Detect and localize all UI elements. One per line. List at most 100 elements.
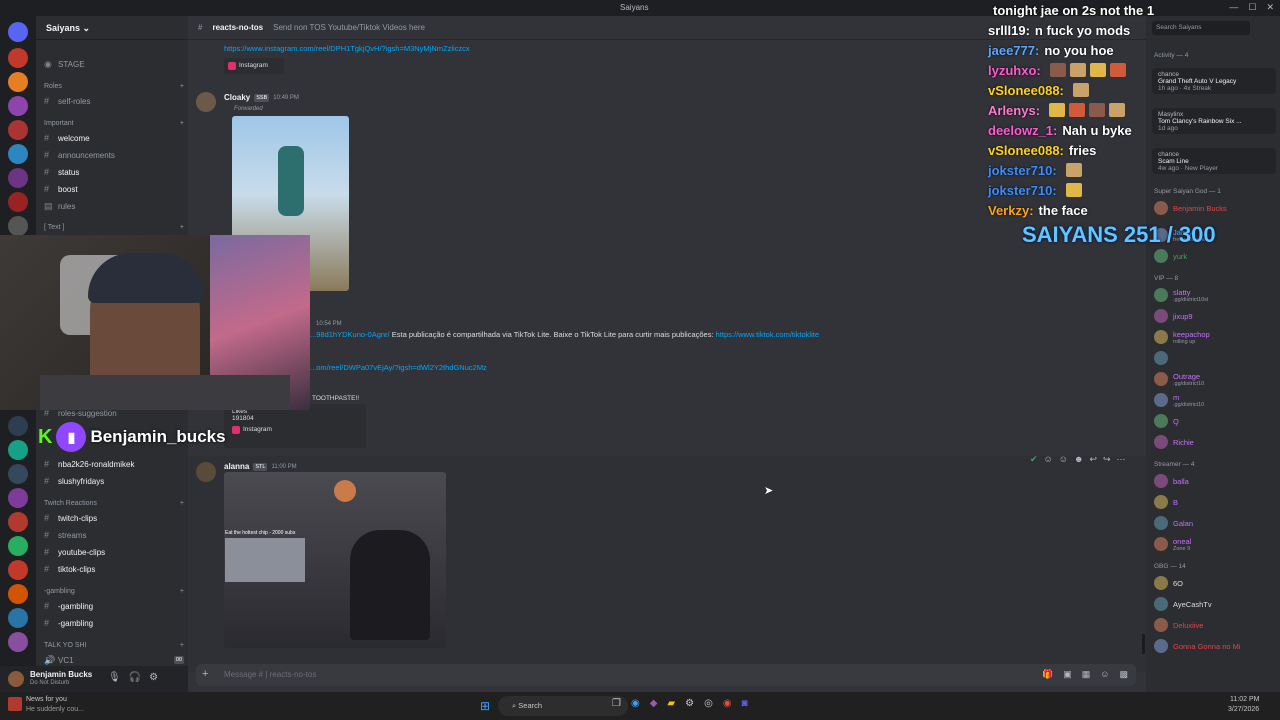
channel-announcements[interactable]: # announcements xyxy=(44,148,184,162)
news-title[interactable]: News for you xyxy=(26,696,67,703)
activity-card[interactable]: chance Grand Theft Auto V Legacy 1h ago · … xyxy=(1152,68,1276,94)
channel-slushyfridays[interactable]: # slushyfridays xyxy=(44,474,184,488)
react-check-icon[interactable]: ✔ xyxy=(1030,454,1038,465)
message-author[interactable]: alanna xyxy=(224,462,249,471)
channel-youtube-clips[interactable]: # youtube-clips xyxy=(44,545,184,559)
stage-channel[interactable]: ◉ STAGE xyxy=(44,57,184,71)
member-row[interactable]: jixup9 xyxy=(1154,308,1278,324)
server-icon[interactable] xyxy=(8,512,28,532)
search-input[interactable]: Search Saiyans xyxy=(1152,21,1250,35)
member-row[interactable]: Gonna Gonna no Mi xyxy=(1154,638,1278,654)
server-icon[interactable] xyxy=(8,608,28,628)
category-important[interactable]: Important + xyxy=(44,120,184,127)
server-icon[interactable] xyxy=(8,584,28,604)
channel-gambling[interactable]: # -gambling xyxy=(44,616,184,630)
server-icon[interactable] xyxy=(8,464,28,484)
category-roles[interactable]: Roles + xyxy=(44,83,184,90)
category-twitch-reactions[interactable]: Twitch Reactions + xyxy=(44,500,184,507)
avatar[interactable] xyxy=(8,671,24,687)
server-icon[interactable] xyxy=(8,168,28,188)
server-icon[interactable] xyxy=(8,96,28,116)
add-channel-icon[interactable]: + xyxy=(180,224,184,231)
add-reaction-icon[interactable]: ☻ xyxy=(1074,454,1083,465)
member-row[interactable]: Richie xyxy=(1154,434,1278,450)
member-row[interactable]: balla xyxy=(1154,473,1278,489)
scrollbar[interactable] xyxy=(1142,634,1145,654)
add-channel-icon[interactable]: + xyxy=(180,642,184,649)
avatar[interactable] xyxy=(196,462,216,482)
headphones-icon[interactable]: 🎧 xyxy=(129,672,141,683)
channel-self-roles[interactable]: # self-roles xyxy=(44,94,184,108)
react-emoji-icon[interactable]: ☺ xyxy=(1044,454,1053,465)
steam-icon[interactable]: ◎ xyxy=(704,698,713,709)
category-text[interactable]: [ Text ] + xyxy=(44,224,184,231)
add-channel-icon[interactable]: + xyxy=(180,83,184,90)
apps-icon[interactable]: ▩ xyxy=(1119,669,1128,680)
channel-rules[interactable]: ▤ rules xyxy=(44,199,184,213)
server-icon[interactable] xyxy=(8,48,28,68)
file-explorer-icon[interactable]: ▰ xyxy=(667,698,675,709)
message-composer[interactable]: + Message # | reacts-no-tos 🎁 ▣ ▦ ☺ ▩ xyxy=(196,664,1136,686)
news-widget-icon[interactable] xyxy=(8,697,22,711)
activity-card[interactable]: chance Scam Line 4w ago · New Player xyxy=(1152,148,1276,174)
react-emoji-icon[interactable]: ☺ xyxy=(1059,454,1068,465)
member-row[interactable]: keepachop rolling up xyxy=(1154,329,1278,345)
message-link[interactable]: https://www.tiktok.com/tiktoklite xyxy=(716,330,819,339)
message-link[interactable]: ...98d1hYDKuno-0Agnr/ xyxy=(310,330,390,339)
minimize-icon[interactable]: — xyxy=(1229,2,1238,13)
dm-home-icon[interactable] xyxy=(8,22,28,42)
sticker-icon[interactable]: ▦ xyxy=(1082,669,1091,680)
avatar[interactable] xyxy=(196,92,216,112)
message-author[interactable]: Cloaky xyxy=(224,93,250,102)
server-icon[interactable] xyxy=(8,440,28,460)
member-row[interactable]: Deluxiive xyxy=(1154,617,1278,633)
microphone-icon[interactable]: 🎙 xyxy=(108,672,121,683)
channel-status[interactable]: # status xyxy=(44,165,184,179)
settings-icon[interactable]: ⚙ xyxy=(685,698,694,709)
member-row[interactable]: 6O xyxy=(1154,575,1278,591)
instagram-embed[interactable]: Instagram xyxy=(224,58,284,74)
category-gambling[interactable]: -gambling + xyxy=(44,588,184,595)
server-icon[interactable] xyxy=(8,144,28,164)
gift-icon[interactable]: 🎁 xyxy=(1042,669,1053,680)
chrome-icon[interactable]: ◉ xyxy=(723,698,732,709)
member-row[interactable]: Q xyxy=(1154,413,1278,429)
app-icon[interactable]: ◆ xyxy=(650,698,658,709)
member-row[interactable]: AyeCashTv xyxy=(1154,596,1278,612)
server-header[interactable]: Saiyans ⌄ xyxy=(36,16,188,40)
maximize-icon[interactable]: ☐ xyxy=(1248,2,1256,13)
message-input[interactable]: Message # | reacts-no-tos xyxy=(224,670,316,679)
task-view-icon[interactable]: ❐ xyxy=(612,698,621,709)
add-channel-icon[interactable]: + xyxy=(180,588,184,595)
taskbar-search[interactable]: ⌕ Search xyxy=(498,696,628,716)
server-icon[interactable] xyxy=(8,488,28,508)
voice-channel-vc1[interactable]: 🔊 VC1 00 xyxy=(44,653,184,667)
server-icon[interactable] xyxy=(8,560,28,580)
edge-browser-icon[interactable]: ◉ xyxy=(631,698,640,709)
server-icon[interactable] xyxy=(8,72,28,92)
video-attachment[interactable]: Eat the hottest chip - 2000 subs xyxy=(224,472,446,648)
server-icon[interactable] xyxy=(8,120,28,140)
member-row[interactable]: m .gg/district10 xyxy=(1154,392,1278,408)
activity-card[interactable]: Masylinx Tom Clancy's Rainbow Six ... 1d a… xyxy=(1152,108,1276,134)
more-options-icon[interactable]: ⋯ xyxy=(1117,454,1126,465)
category-talk[interactable]: TALK YO SHI + xyxy=(44,642,184,649)
add-channel-icon[interactable]: + xyxy=(180,120,184,127)
clock-time[interactable]: 11:02 PM xyxy=(1230,696,1259,703)
member-row[interactable] xyxy=(1154,350,1278,366)
server-icon[interactable] xyxy=(8,536,28,556)
channel-nba[interactable]: # nba2k26-ronaldmikek xyxy=(44,457,184,471)
member-row[interactable]: yurk xyxy=(1154,248,1278,264)
channel-welcome[interactable]: # welcome xyxy=(44,131,184,145)
server-icon[interactable] xyxy=(8,216,28,236)
channel-twitch-clips[interactable]: # twitch-clips xyxy=(44,511,184,525)
member-row[interactable]: slatty .gg/district10sl xyxy=(1154,287,1278,303)
add-channel-icon[interactable]: + xyxy=(180,500,184,507)
member-row[interactable]: Galan xyxy=(1154,515,1278,531)
channel-boost[interactable]: # boost xyxy=(44,182,184,196)
channel-streams[interactable]: # streams xyxy=(44,528,184,542)
member-row[interactable]: oneal Zone 9 xyxy=(1154,536,1278,552)
add-attachment-icon[interactable]: + xyxy=(202,668,208,680)
reply-icon[interactable]: ↩ xyxy=(1089,454,1097,465)
member-row[interactable]: Outrage .gg/district10 xyxy=(1154,371,1278,387)
